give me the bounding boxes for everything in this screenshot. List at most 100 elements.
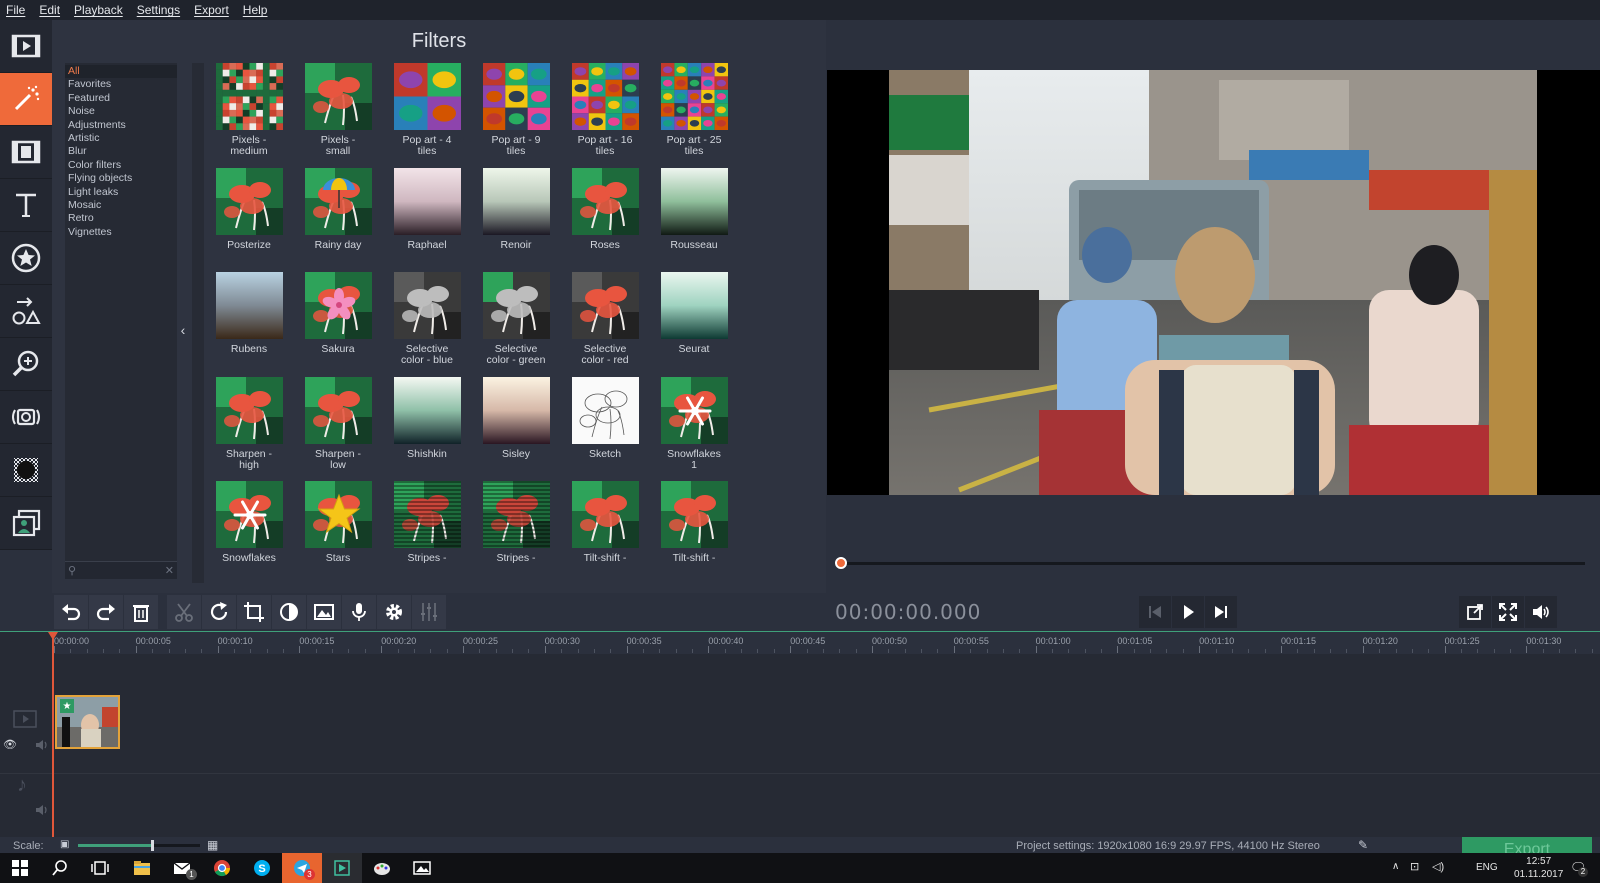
color-adjust-button[interactable] xyxy=(272,595,306,629)
filter-tile[interactable]: Raphael xyxy=(382,167,472,251)
equalizer-button[interactable] xyxy=(412,595,446,629)
filter-tile[interactable]: Posterize xyxy=(204,167,294,251)
filter-tile[interactable]: Pop art - 25 tiles xyxy=(649,63,739,157)
fullscreen-button[interactable] xyxy=(1492,596,1524,628)
chroma-tool[interactable] xyxy=(0,444,52,497)
paint-app[interactable] xyxy=(362,853,402,883)
filter-tile[interactable]: Selective color - red xyxy=(560,272,650,366)
filter-tile[interactable]: Pop art - 4 tiles xyxy=(382,63,472,157)
category-search[interactable]: ⚲ ✕ xyxy=(65,561,177,579)
redo-button[interactable] xyxy=(89,595,123,629)
more-tools[interactable] xyxy=(0,497,52,550)
visibility-eye-icon[interactable]: 👁 xyxy=(3,738,17,751)
filter-tile[interactable]: Sisley xyxy=(471,376,561,460)
preview-seekbar[interactable] xyxy=(827,550,1600,578)
category-mosaic[interactable]: Mosaic xyxy=(65,199,177,212)
skype-app[interactable]: S xyxy=(242,853,282,883)
collapse-categories-button[interactable]: ‹ xyxy=(176,320,190,340)
filter-tile[interactable]: Rubens xyxy=(204,272,294,355)
filter-tile[interactable]: Selective color - green xyxy=(471,272,561,366)
filter-tile[interactable]: Rainy day xyxy=(293,167,383,251)
filter-tile[interactable]: Selective color - blue xyxy=(382,272,472,366)
category-light-leaks[interactable]: Light leaks xyxy=(65,186,177,199)
filter-tile[interactable]: Rousseau xyxy=(649,167,739,251)
callouts-tool[interactable] xyxy=(0,285,52,338)
network-icon[interactable]: ⊡ xyxy=(1410,860,1419,873)
timeline-ruler[interactable]: 00:00:00 00:00:05 00:00:10 00:00:15 00:00:20… xyxy=(52,632,1600,654)
task-view-button[interactable] xyxy=(80,853,120,883)
tray-overflow-icon[interactable]: ∧ xyxy=(1392,861,1399,872)
zoom-tool[interactable] xyxy=(0,338,52,391)
seek-track[interactable] xyxy=(841,562,1585,565)
filter-tile[interactable]: Tilt-shift - xyxy=(560,481,650,564)
playhead-handle[interactable] xyxy=(48,632,58,640)
undo-button[interactable] xyxy=(54,595,88,629)
menu-help[interactable]: Help xyxy=(243,3,268,17)
zoom-out-icon[interactable]: ▣ xyxy=(60,839,69,850)
export-button[interactable]: Export xyxy=(1462,837,1592,853)
scale-slider[interactable] xyxy=(78,844,200,847)
voiceover-button[interactable] xyxy=(342,595,376,629)
category-vignettes[interactable]: Vignettes xyxy=(65,226,177,239)
cut-button[interactable] xyxy=(167,595,201,629)
category-noise[interactable]: Noise xyxy=(65,105,177,118)
filter-tile[interactable]: Roses xyxy=(560,167,650,251)
filter-tile[interactable]: Sketch xyxy=(560,376,650,460)
filter-tile[interactable]: Stripes - xyxy=(471,481,561,564)
filter-tile[interactable]: Pop art - 16 tiles xyxy=(560,63,650,157)
category-artistic[interactable]: Artistic xyxy=(65,132,177,145)
file-explorer-app[interactable] xyxy=(122,853,162,883)
volume-button[interactable] xyxy=(1525,596,1557,628)
video-editor-app[interactable] xyxy=(322,853,362,883)
transitions-tool[interactable] xyxy=(0,126,52,179)
filter-tile[interactable]: Pop art - 9 tiles xyxy=(471,63,561,157)
filter-tile[interactable]: Snowflakes 1 xyxy=(649,376,739,471)
filter-tile[interactable]: Pixels - medium xyxy=(204,63,294,157)
filter-tile[interactable]: Tilt-shift - xyxy=(649,481,739,564)
menu-settings[interactable]: Settings xyxy=(137,3,180,17)
category-retro[interactable]: Retro xyxy=(65,212,177,225)
category-color-filters[interactable]: Color filters xyxy=(65,159,177,172)
filter-tile[interactable]: Snowflakes xyxy=(204,481,294,564)
input-language[interactable]: ENG xyxy=(1476,862,1498,873)
next-frame-button[interactable] xyxy=(1205,596,1237,628)
category-blur[interactable]: Blur xyxy=(65,145,177,158)
track-mute-icon[interactable] xyxy=(35,739,49,751)
filter-tile[interactable]: Stripes - xyxy=(382,481,472,564)
menu-export[interactable]: Export xyxy=(194,3,229,17)
telegram-app[interactable]: 3 xyxy=(282,853,322,883)
play-button[interactable] xyxy=(1172,596,1204,628)
scale-slider-handle[interactable] xyxy=(151,840,155,851)
system-clock[interactable]: 12:57 01.11.2017 xyxy=(1514,855,1563,881)
filter-tile[interactable]: Sharpen - low xyxy=(293,376,383,471)
audio-mute-icon[interactable] xyxy=(35,804,49,816)
filter-tile[interactable]: Stars xyxy=(293,481,383,564)
category-featured[interactable]: Featured xyxy=(65,92,177,105)
filter-tile[interactable]: Sakura xyxy=(293,272,383,355)
photos-app[interactable] xyxy=(402,853,442,883)
chrome-app[interactable] xyxy=(202,853,242,883)
filter-tile[interactable]: Pixels - small xyxy=(293,63,383,157)
zoom-in-film-icon[interactable]: ▦ xyxy=(207,838,218,852)
stickers-tool[interactable] xyxy=(0,232,52,285)
category-all[interactable]: All xyxy=(65,65,177,79)
import-tool[interactable] xyxy=(0,20,52,73)
mail-app[interactable]: 1 xyxy=(162,853,202,883)
previous-frame-button[interactable] xyxy=(1139,596,1171,628)
menu-file[interactable]: File xyxy=(6,3,25,17)
playhead[interactable] xyxy=(52,632,54,838)
rotate-button[interactable] xyxy=(202,595,236,629)
clip-properties-button[interactable] xyxy=(377,595,411,629)
clear-search-icon[interactable]: ✕ xyxy=(165,564,174,577)
titles-tool[interactable] xyxy=(0,179,52,232)
video-clip[interactable]: ★ xyxy=(55,695,120,749)
filter-tile[interactable]: Shishkin xyxy=(382,376,472,460)
category-adjustments[interactable]: Adjustments xyxy=(65,119,177,132)
windows-start-button[interactable] xyxy=(0,853,40,883)
category-flying-objects[interactable]: Flying objects xyxy=(65,172,177,185)
crop-button[interactable] xyxy=(237,595,271,629)
image-overlay-button[interactable] xyxy=(307,595,341,629)
filter-tile[interactable]: Renoir xyxy=(471,167,561,251)
video-frame[interactable] xyxy=(889,70,1537,495)
volume-tray-icon[interactable]: ◁) xyxy=(1432,860,1444,873)
